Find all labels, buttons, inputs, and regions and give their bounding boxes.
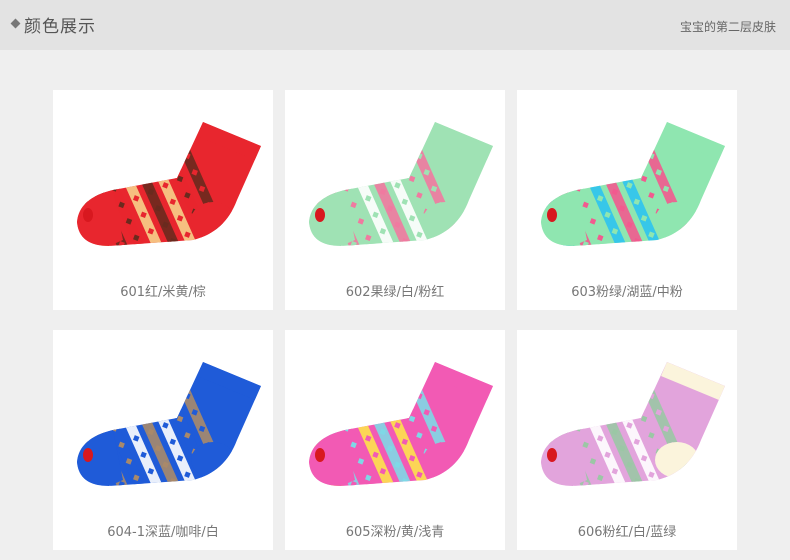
sock-image	[309, 362, 493, 486]
sock-image	[309, 122, 493, 246]
sock-image	[77, 362, 261, 486]
product-caption: 603粉绿/湖蓝/中粉	[571, 285, 683, 300]
sock-image	[541, 122, 725, 246]
product-caption: 605深粉/黄/浅青	[345, 525, 445, 540]
product-card-601[interactable]: 601红/米黄/棕	[53, 90, 273, 310]
product-card-605[interactable]: 605深粉/黄/浅青	[285, 330, 505, 550]
product-caption: 606粉红/白/蓝绿	[577, 525, 677, 540]
product-caption: 604-1深蓝/咖啡/白	[107, 525, 219, 540]
brand-tag	[315, 208, 325, 222]
section-subtitle: 宝宝的第二层皮肤	[679, 20, 776, 34]
brand-tag	[83, 208, 93, 222]
product-caption: 602果绿/白/粉红	[345, 285, 445, 300]
section-title: 颜色展示	[24, 17, 96, 37]
brand-tag	[547, 448, 557, 462]
section-header: 颜色展示 宝宝的第二层皮肤	[0, 0, 790, 50]
brand-tag	[315, 448, 325, 462]
product-card-602[interactable]: 602果绿/白/粉红	[285, 90, 505, 310]
diamond-bullet-icon	[10, 18, 21, 29]
sock-image	[541, 362, 725, 486]
product-caption: 601红/米黄/棕	[120, 285, 206, 300]
sock-image	[77, 122, 261, 246]
product-card-603[interactable]: 603粉绿/湖蓝/中粉	[517, 90, 737, 310]
brand-tag	[83, 448, 93, 462]
product-card-606[interactable]: 606粉红/白/蓝绿	[517, 330, 737, 550]
brand-tag	[547, 208, 557, 222]
product-card-604[interactable]: 604-1深蓝/咖啡/白	[53, 330, 273, 550]
